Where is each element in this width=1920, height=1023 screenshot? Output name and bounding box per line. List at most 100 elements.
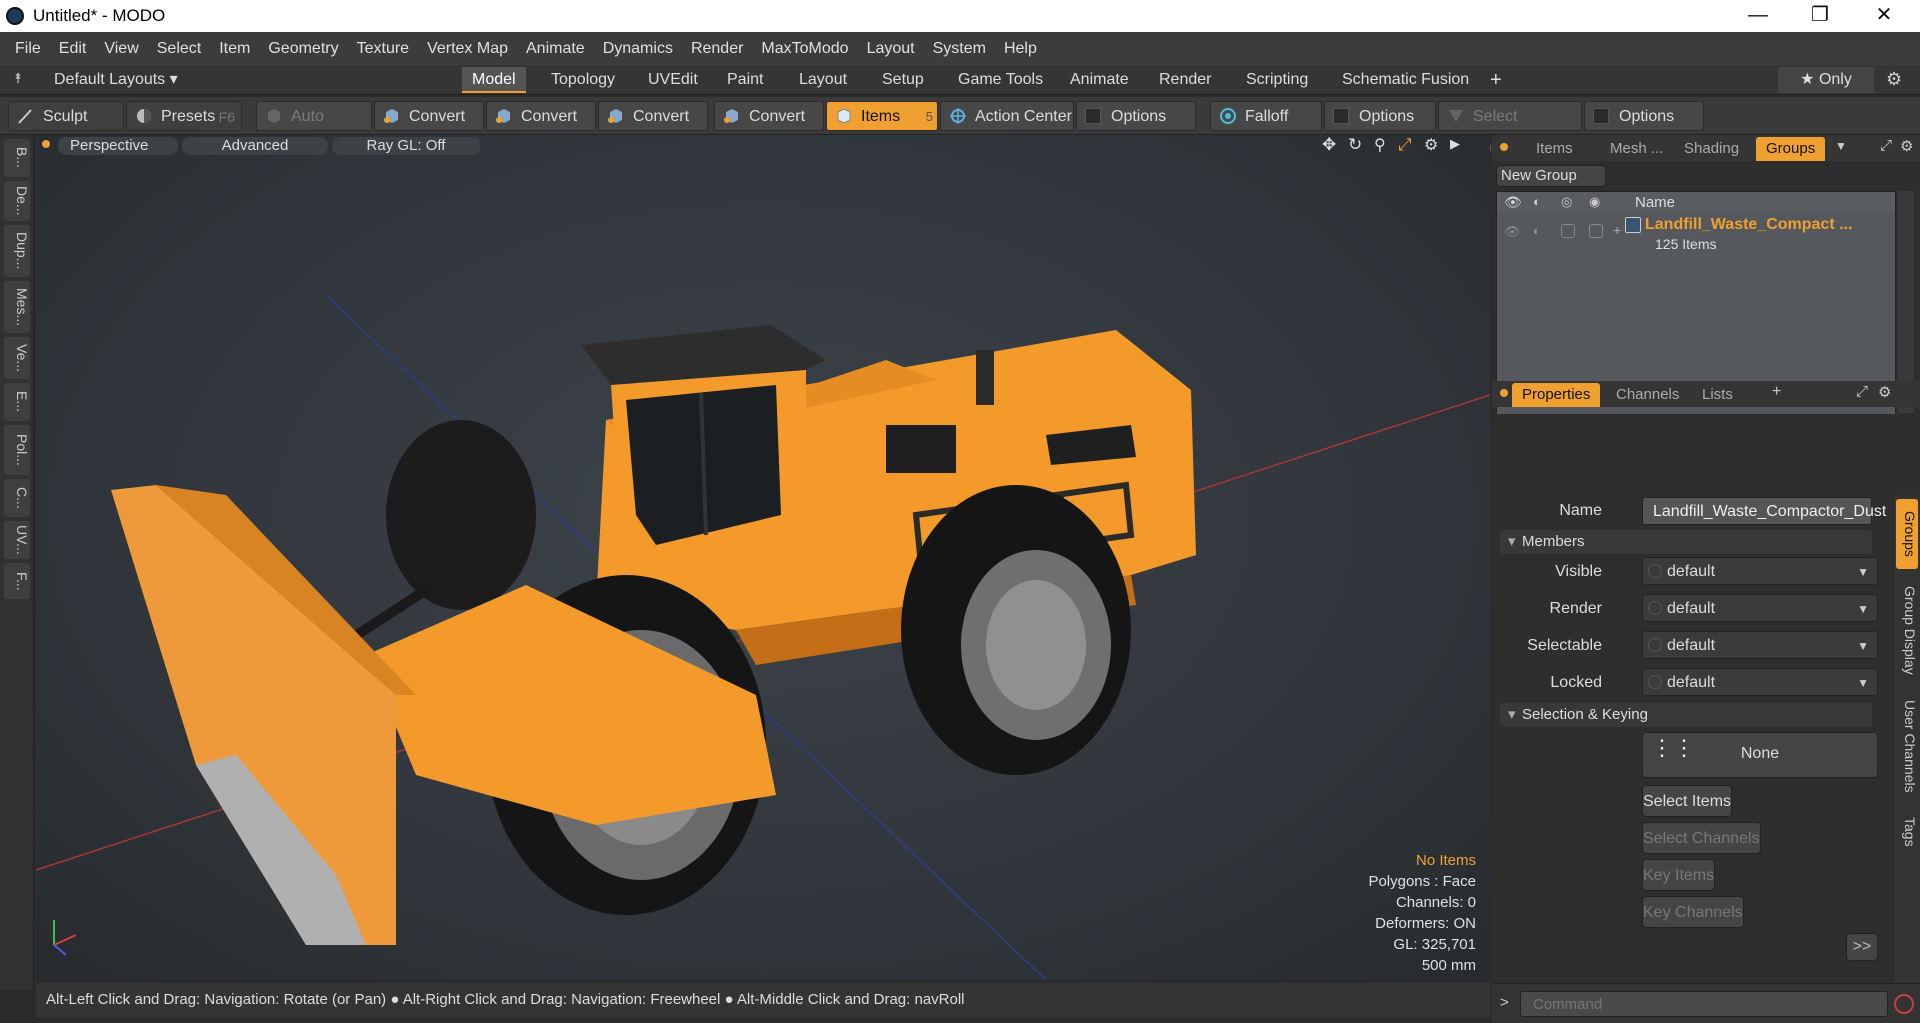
selectable-dropdown[interactable]: default ▼ <box>1642 631 1878 659</box>
only-toggle[interactable]: ★ Only <box>1778 67 1874 93</box>
side-tab-group-display[interactable]: Group Display <box>1896 575 1918 685</box>
tab-model[interactable]: Model <box>462 67 526 93</box>
side-tab-groups[interactable]: Groups <box>1896 499 1918 569</box>
groups-scrollbar[interactable] <box>1898 191 1914 413</box>
falloff-options-button[interactable]: Options <box>1324 101 1436 131</box>
tab-render[interactable]: Render <box>1149 67 1221 93</box>
command-input[interactable] <box>1520 991 1888 1017</box>
menu-maxtomodo[interactable]: MaxToModo <box>752 40 857 58</box>
selection-keying-section-header[interactable]: Selection & Keying <box>1500 703 1872 727</box>
tab-schematic-fusion[interactable]: Schematic Fusion <box>1332 67 1479 93</box>
render-icon[interactable]: ◐ <box>1533 194 1541 209</box>
tab-paint[interactable]: Paint <box>717 67 773 93</box>
properties-gear-icon[interactable]: ⚙ <box>1878 383 1891 401</box>
tab-items[interactable]: Items <box>1526 137 1583 161</box>
select-through-button[interactable]: Select Through <box>1438 101 1582 155</box>
tab-lists[interactable]: Lists <box>1692 383 1743 407</box>
row-render-icon[interactable]: ◐ <box>1533 224 1540 238</box>
select-channels-button[interactable]: Select Channels <box>1642 822 1761 854</box>
raygl-toggle[interactable]: Ray GL: Off <box>332 137 480 155</box>
tab-game-tools[interactable]: Game Tools <box>948 67 1053 93</box>
select-lock-icon[interactable]: ◎ <box>1561 194 1572 210</box>
record-macro-icon[interactable] <box>1894 994 1914 1014</box>
menu-animate[interactable]: Animate <box>517 40 594 58</box>
view-type-button[interactable]: Perspective <box>58 137 178 155</box>
lock-icon[interactable]: ◉ <box>1589 194 1600 210</box>
menu-file[interactable]: File <box>6 40 50 58</box>
convert-polygons-button[interactable]: Convert <box>598 101 708 131</box>
tab-setup[interactable]: Setup <box>872 67 934 93</box>
tab-properties[interactable]: Properties <box>1512 383 1601 407</box>
side-tab-tags[interactable]: Tags <box>1896 807 1918 857</box>
keyframe-dot-icon[interactable] <box>1648 675 1662 689</box>
rotate-icon[interactable]: ↻ <box>1348 135 1362 155</box>
tab-uv[interactable]: UV... <box>4 521 30 559</box>
auto-select-button[interactable]: Auto Select <box>256 101 372 155</box>
panel-gear-icon[interactable]: ⚙ <box>1900 137 1913 155</box>
minimize-button[interactable]: — <box>1728 0 1788 32</box>
group-name[interactable]: Landfill_Waste_Compact ... <box>1645 216 1852 234</box>
tab-channels[interactable]: Channels <box>1606 383 1689 407</box>
keyframe-dot-icon[interactable] <box>1648 638 1662 652</box>
visible-dropdown[interactable]: default ▼ <box>1642 557 1878 585</box>
select-items-button[interactable]: Select Items <box>1642 785 1733 817</box>
tab-edge[interactable]: E... <box>4 383 30 421</box>
shading-mode-button[interactable]: Advanced <box>182 137 328 155</box>
locked-dropdown[interactable]: default ▼ <box>1642 668 1878 696</box>
add-tab-button[interactable]: + <box>1772 383 1781 401</box>
tab-mesh[interactable]: Mesh ... <box>1600 137 1673 161</box>
menu-layout[interactable]: Layout <box>858 40 924 58</box>
menu-dynamics[interactable]: Dynamics <box>594 40 682 58</box>
convert-vertices-button[interactable]: Convert <box>374 101 484 131</box>
menu-select[interactable]: Select <box>148 40 210 58</box>
maximize-button[interactable]: ❐ <box>1790 0 1850 32</box>
default-layouts-dropdown[interactable]: Default Layouts ▾ <box>44 67 188 93</box>
panel-menu-dot-icon[interactable] <box>1500 143 1508 151</box>
viewport-expand-icon[interactable]: ▶ <box>1450 136 1460 152</box>
menu-view[interactable]: View <box>95 40 147 58</box>
menu-help[interactable]: Help <box>995 40 1046 58</box>
tab-mesh-edit[interactable]: Mes... <box>4 281 30 333</box>
tab-dropdown-icon[interactable]: ▼ <box>1835 139 1847 153</box>
members-section-header[interactable]: Members <box>1500 530 1872 554</box>
viewport-scene[interactable] <box>36 135 1490 980</box>
select-through-options-button[interactable]: Options <box>1584 101 1704 131</box>
new-group-button[interactable]: New Group <box>1496 165 1606 187</box>
tab-layout[interactable]: Layout <box>789 67 857 93</box>
render-dropdown[interactable]: default ▼ <box>1642 594 1878 622</box>
side-tab-user-channels[interactable]: User Channels <box>1896 691 1918 801</box>
none-button[interactable]: ⋮⋮ None <box>1642 732 1878 778</box>
collapse-arrow-icon[interactable]: ⯭ <box>14 70 22 87</box>
keyframe-dot-icon[interactable] <box>1648 601 1662 615</box>
menu-system[interactable]: System <box>924 40 995 58</box>
expand-plus-icon[interactable]: + <box>1613 222 1621 238</box>
tab-topology[interactable]: Topology <box>541 67 625 93</box>
row-visibility-icon[interactable]: 👁 <box>1504 224 1521 240</box>
expand-properties-icon[interactable]: ⤢ <box>1856 383 1868 400</box>
key-channels-button[interactable]: Key Channels <box>1642 896 1744 928</box>
expand-panel-icon[interactable]: ⤢ <box>1880 137 1892 154</box>
more-button[interactable]: >> <box>1846 933 1878 961</box>
menu-texture[interactable]: Texture <box>348 40 418 58</box>
visibility-eye-icon[interactable]: 👁 <box>1504 194 1522 211</box>
tab-curve[interactable]: C... <box>4 479 30 517</box>
tab-scripting[interactable]: Scripting <box>1236 67 1318 93</box>
sculpt-button[interactable]: Sculpt <box>8 101 124 131</box>
key-items-button[interactable]: Key Items <box>1642 859 1716 891</box>
add-tab-button[interactable]: + <box>1480 67 1512 93</box>
presets-button[interactable]: Presets F6 <box>126 101 242 131</box>
tab-fusion[interactable]: F... <box>4 563 30 599</box>
row-lock-toggle-icon[interactable] <box>1589 224 1603 238</box>
viewport-menu-dot-icon[interactable] <box>42 140 50 148</box>
menu-geometry[interactable]: Geometry <box>259 40 347 58</box>
menu-edit[interactable]: Edit <box>50 40 96 58</box>
close-button[interactable]: ✕ <box>1854 0 1914 32</box>
group-name-field[interactable]: Landfill_Waste_Compactor_Dust <box>1642 497 1886 525</box>
convert-materials-button[interactable]: Convert <box>714 101 824 131</box>
tab-groups[interactable]: Groups <box>1756 137 1826 161</box>
tab-uvedit[interactable]: UVEdit <box>638 67 708 93</box>
keyframe-dot-icon[interactable] <box>1648 564 1662 578</box>
row-select-toggle-icon[interactable] <box>1561 224 1575 238</box>
falloff-button[interactable]: Falloff <box>1210 101 1322 131</box>
pan-icon[interactable]: ✥ <box>1322 135 1336 155</box>
